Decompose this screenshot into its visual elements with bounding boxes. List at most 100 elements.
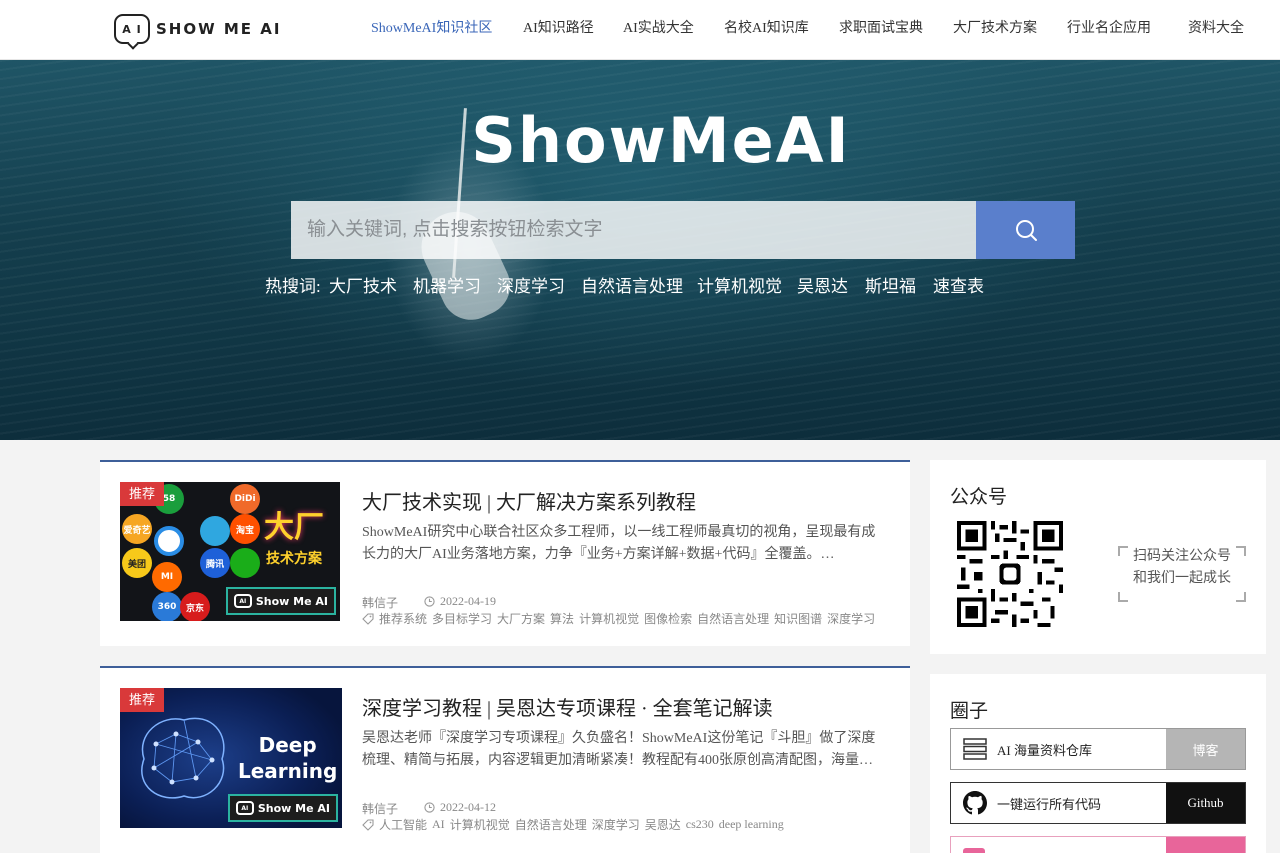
tag-link[interactable]: 知识图谱 (774, 610, 822, 627)
github-row[interactable]: 一键运行所有代码 Github (950, 782, 1246, 824)
thumbnail-headline: Deep Learning (238, 732, 337, 784)
nav-item-ai-practice[interactable]: AI实战大全 (623, 20, 694, 38)
wechat-qr-code (957, 521, 1063, 627)
resource-repo-row[interactable]: AI 海量资料仓库 博客 (950, 728, 1246, 770)
tag-link[interactable]: 吴恩达 (645, 816, 681, 833)
article-date-group: 2022-04-19 (424, 594, 496, 609)
blog-button[interactable]: 博客 (1166, 729, 1245, 769)
tag-link[interactable]: 自然语言处理 (697, 610, 769, 627)
tag-link[interactable]: 图像检索 (644, 610, 692, 627)
article-description-text: ShowMeAI研究中心联合社区众多工程师，以一线工程师最真切的视角，呈现最有成… (362, 525, 876, 562)
tag-link[interactable]: 人工智能 (379, 816, 427, 833)
hot-word[interactable]: 大厂技术 (329, 276, 397, 298)
stamp-text: Show Me AI (257, 801, 330, 815)
company-logo-shape (200, 516, 230, 546)
tag-icon (362, 612, 374, 625)
tag-link[interactable]: 计算机视觉 (579, 610, 639, 627)
company-logo: 美团 (122, 548, 152, 578)
wechat-panel-title: 公众号 (950, 487, 1008, 508)
hero-banner: ShowMeAI 热搜词: 大厂技术 机器学习 深度学习 自然语言处理 计算机视… (0, 60, 1280, 440)
hot-word[interactable]: 计算机视觉 (697, 276, 782, 298)
wechat-note-line: 和我们一起成长 (1133, 571, 1231, 586)
thumbnail-headline: 大厂 (264, 510, 324, 545)
frame-corner (1236, 546, 1246, 556)
company-logo-shape (230, 548, 260, 578)
nav-item-bigtech-solutions[interactable]: 大厂技术方案 (953, 20, 1037, 38)
tag-link[interactable]: 计算机视觉 (450, 816, 510, 833)
third-row[interactable] (950, 836, 1246, 853)
tag-link[interactable]: 多目标学习 (432, 610, 492, 627)
article-date: 2022-04-19 (440, 594, 496, 608)
nav-item-university-kb[interactable]: 名校AI知识库 (724, 20, 809, 38)
third-row-label-group (951, 837, 1166, 853)
article-tags: 人工智能 AI 计算机视觉 自然语言处理 深度学习 吴恩达 cs230 deep… (362, 816, 789, 833)
showmeai-stamp: AI Show Me AI (225, 587, 336, 615)
article-card[interactable]: 推荐 爱奇艺 58 美团 MI 腾讯 360 DiDi 淘宝 京东 大厂 技术方… (100, 460, 910, 646)
showmeai-mini-icon: AI (233, 594, 252, 608)
article-description: ShowMeAI研究中心联合社区众多工程师，以一线工程师最真切的视角，呈现最有成… (362, 522, 882, 566)
article-tags: 推荐系统 多目标学习 大厂方案 算法 计算机视觉 图像检索 自然语言处理 知识图… (362, 610, 880, 627)
article-description: 吴恩达老师『深度学习专项课程』久负盛名！ShowMeAI这份笔记『斗胆』做了深度… (362, 728, 882, 772)
article-title[interactable]: 深度学习教程 | 吴恩达专项课程 · 全套笔记解读 (362, 692, 773, 721)
hot-word[interactable]: 机器学习 (413, 276, 481, 298)
gift-icon (963, 848, 985, 853)
hot-word[interactable]: 深度学习 (497, 276, 565, 298)
server-icon (963, 738, 987, 760)
github-button[interactable]: Github (1166, 783, 1245, 823)
tag-link[interactable]: 推荐系统 (379, 610, 427, 627)
nav-item-industry-apps[interactable]: 行业名企应用 (1067, 20, 1151, 38)
hot-word[interactable]: 吴恩达 (797, 276, 848, 298)
article-author[interactable]: 韩信子 (362, 596, 398, 610)
tag-link[interactable]: deep learning (719, 817, 784, 832)
article-title[interactable]: 大厂技术实现 | 大厂解决方案系列教程 (362, 486, 696, 515)
search-button[interactable] (976, 201, 1075, 259)
frame-corner (1236, 592, 1246, 602)
wechat-panel: 公众号 扫码关注公众号 和我们一起成长 (930, 460, 1266, 654)
circle-panel: 圈子 AI 海量资料仓库 博客 一键运行所有代码 Github (930, 674, 1266, 853)
tag-link[interactable]: 大厂方案 (497, 610, 545, 627)
hot-word[interactable]: 斯坦福 (865, 276, 916, 298)
wechat-note: 扫码关注公众号 和我们一起成长 (1118, 546, 1246, 602)
nav-item-interview[interactable]: 求职面试宝典 (839, 20, 923, 38)
tag-icon (362, 818, 374, 831)
nav-item-community[interactable]: ShowMeAI知识社区 (371, 20, 492, 38)
nav-item-resources[interactable]: 资料大全 (1188, 20, 1244, 38)
frame-corner (1118, 546, 1128, 556)
company-logo-shape (154, 526, 184, 556)
third-row-button[interactable] (1166, 837, 1245, 853)
circle-panel-title: 圈子 (950, 701, 989, 722)
hero-title: ShowMeAI (471, 104, 851, 177)
tag-link[interactable]: cs230 (686, 817, 714, 832)
stamp-text: Show Me AI (255, 594, 328, 608)
nav-item-ai-path[interactable]: AI知识路径 (523, 20, 594, 38)
thumbnail-subline: 技术方案 (266, 551, 322, 567)
top-navigation-bar: A I SHOW ME AI ShowMeAI知识社区 AI知识路径 AI实战大… (0, 0, 1280, 60)
company-logo: 京东 (180, 592, 210, 621)
article-description-text: 吴恩达老师『深度学习专项课程』久负盛名！ShowMeAI这份笔记『斗胆』做了深度… (362, 731, 876, 768)
company-logo: MI (152, 562, 182, 592)
wechat-note-line: 扫码关注公众号 (1133, 549, 1231, 564)
tag-link[interactable]: 深度学习 (592, 816, 640, 833)
article-thumbnail[interactable]: 推荐 爱奇艺 58 美团 MI 腾讯 360 DiDi 淘宝 京东 大厂 技术方… (120, 482, 340, 621)
article-author[interactable]: 韩信子 (362, 802, 398, 816)
hot-search-label: 热搜词: (265, 277, 321, 296)
tag-link[interactable]: 算法 (550, 610, 574, 627)
brain-network-graphic (141, 717, 225, 799)
tag-link[interactable]: AI (432, 817, 445, 832)
company-logo: 腾讯 (200, 548, 230, 578)
article-date: 2022-04-12 (440, 800, 496, 814)
recommend-badge: 推荐 (120, 482, 165, 506)
article-card[interactable]: 推荐 Deep Learning AI Show Me AI 深度学习教程 | … (100, 666, 910, 853)
logo-text: SHOW ME AI (156, 20, 282, 38)
logo-icon: A I (114, 14, 150, 44)
thumbnail-headline-line: Deep (258, 733, 317, 757)
showmeai-mini-icon: AI (235, 801, 254, 815)
hot-word[interactable]: 自然语言处理 (581, 276, 683, 298)
article-date-group: 2022-04-12 (424, 800, 496, 815)
tag-link[interactable]: 自然语言处理 (515, 816, 587, 833)
site-logo[interactable]: A I SHOW ME AI (114, 13, 281, 45)
search-input[interactable] (291, 201, 976, 259)
tag-link[interactable]: 深度学习 (827, 610, 875, 627)
article-thumbnail[interactable]: 推荐 Deep Learning AI Show Me AI (120, 688, 342, 828)
hot-word[interactable]: 速查表 (933, 276, 984, 298)
